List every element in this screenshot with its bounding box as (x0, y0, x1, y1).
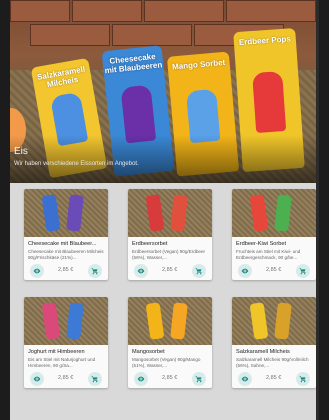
product-pop (41, 302, 61, 340)
product-price: 2,85 € (266, 375, 282, 381)
hero-title: Eis (14, 146, 28, 157)
hero-banner: Salzkaramell Milcheis Cheesecake mit Bla… (10, 0, 316, 183)
eye-icon-graphic (137, 268, 145, 274)
eye-icon[interactable] (134, 264, 148, 278)
product-description: Eis am Stiel mit Naturjoghurt und Himbee… (28, 357, 96, 368)
product-title: Erdbeersorbet (132, 241, 168, 247)
hero-gradient-overlay (10, 135, 316, 183)
product-card[interactable]: Salzkaramell Milcheis Salzkaramell Milch… (232, 297, 316, 388)
product-pop (274, 302, 292, 340)
product-actions: 2,85 € (232, 370, 316, 388)
hero-subtitle: Wir haben verschiedene Eissorten im Ange… (14, 161, 139, 167)
shopping-cart-icon[interactable] (192, 372, 206, 386)
popsicle-graphic (252, 71, 287, 133)
eye-icon-graphic (33, 376, 41, 382)
product-title: Mangosorbet (132, 349, 165, 355)
shopping-cart-icon[interactable] (88, 372, 102, 386)
product-image (128, 189, 212, 237)
product-description: Salzkaramell Milcheis 90g/Vollmilch (56%… (236, 357, 309, 368)
shopping-cart-icon[interactable] (192, 264, 206, 278)
product-image (128, 297, 212, 345)
cart-icon-graphic (299, 268, 306, 275)
product-grid: Cheesecake mit Blaubeer... Cheesecake mi… (10, 183, 316, 420)
eye-icon[interactable] (134, 372, 148, 386)
product-card[interactable]: Cheesecake mit Blaubeer... Cheesecake mi… (24, 189, 108, 280)
pack-label: Erdbeer Pops (238, 34, 292, 47)
eye-icon[interactable] (238, 372, 252, 386)
cart-icon-graphic (299, 376, 306, 383)
product-title: Salzkaramell Milcheis (236, 349, 290, 355)
product-price: 2,85 € (58, 375, 74, 381)
product-pop (66, 302, 84, 340)
product-pop (249, 302, 269, 340)
product-description: Erdbeersorbet (Vegan) 90g/Erdbeer (56%),… (132, 249, 206, 260)
product-pop (249, 194, 269, 232)
brick (10, 0, 70, 22)
cart-icon-graphic (91, 376, 98, 383)
product-pop (170, 194, 188, 232)
brick (30, 24, 110, 46)
eye-icon[interactable] (30, 264, 44, 278)
shopping-cart-icon[interactable] (296, 372, 310, 386)
eye-icon-graphic (33, 268, 41, 274)
product-actions: 2,85 € (232, 262, 316, 280)
product-actions: 2,85 € (128, 370, 212, 388)
device-frame-right (319, 0, 329, 420)
shopping-cart-icon[interactable] (88, 264, 102, 278)
product-description: Fruchteis am Stiel mit Kiwi- und Erdbeer… (236, 249, 301, 260)
product-actions: 2,85 € (128, 262, 212, 280)
cart-icon-graphic (195, 268, 202, 275)
eye-icon-graphic (137, 376, 145, 382)
brick (72, 0, 142, 22)
product-image (24, 189, 108, 237)
product-title: Joghurt mit Himbeeren (28, 349, 85, 355)
product-price: 2,85 € (58, 267, 74, 273)
product-price: 2,85 € (162, 375, 178, 381)
product-image (24, 297, 108, 345)
eye-icon-graphic (241, 268, 249, 274)
product-description: Cheesecake mit Blaubeeren Milcheis 90g/F… (28, 249, 104, 260)
product-card[interactable]: Joghurt mit Himbeeren Eis am Stiel mit N… (24, 297, 108, 388)
app-screen: Salzkaramell Milcheis Cheesecake mit Bla… (10, 0, 316, 420)
product-card[interactable]: Erdbeersorbet Erdbeersorbet (Vegan) 90g/… (128, 189, 212, 280)
shopping-cart-icon[interactable] (296, 264, 310, 278)
pack-label: Salzkaramell Milcheis (36, 64, 86, 90)
product-price: 2,85 € (162, 267, 178, 273)
product-actions: 2,85 € (24, 370, 108, 388)
device-frame-left (0, 0, 10, 420)
eye-icon[interactable] (238, 264, 252, 278)
product-price: 2,85 € (266, 267, 282, 273)
brick (112, 24, 192, 46)
product-pop (145, 302, 165, 340)
cart-icon-graphic (195, 376, 202, 383)
product-title: Erdbeer-Kiwi Sorbet (236, 241, 287, 247)
product-description: Mangosorbet (Vegan) 90g/Mango (51%), Was… (132, 357, 201, 368)
product-pop (66, 194, 84, 232)
product-card[interactable]: Mangosorbet Mangosorbet (Vegan) 90g/Mang… (128, 297, 212, 388)
pack-label: Cheesecake mit Blaubeeren (104, 51, 163, 76)
product-pop (145, 194, 165, 232)
pack-label: Mango Sorbet (171, 57, 226, 72)
cart-icon-graphic (91, 268, 98, 275)
product-actions: 2,85 € (24, 262, 108, 280)
product-title: Cheesecake mit Blaubeer... (28, 241, 97, 247)
eye-icon[interactable] (30, 372, 44, 386)
brick (144, 0, 224, 22)
product-card[interactable]: Erdbeer-Kiwi Sorbet Fruchteis am Stiel m… (232, 189, 316, 280)
brick (226, 0, 316, 22)
product-pop (274, 194, 292, 232)
product-image (232, 189, 316, 237)
eye-icon-graphic (241, 376, 249, 382)
product-image (232, 297, 316, 345)
product-pop (170, 302, 188, 340)
product-pop (41, 194, 61, 232)
